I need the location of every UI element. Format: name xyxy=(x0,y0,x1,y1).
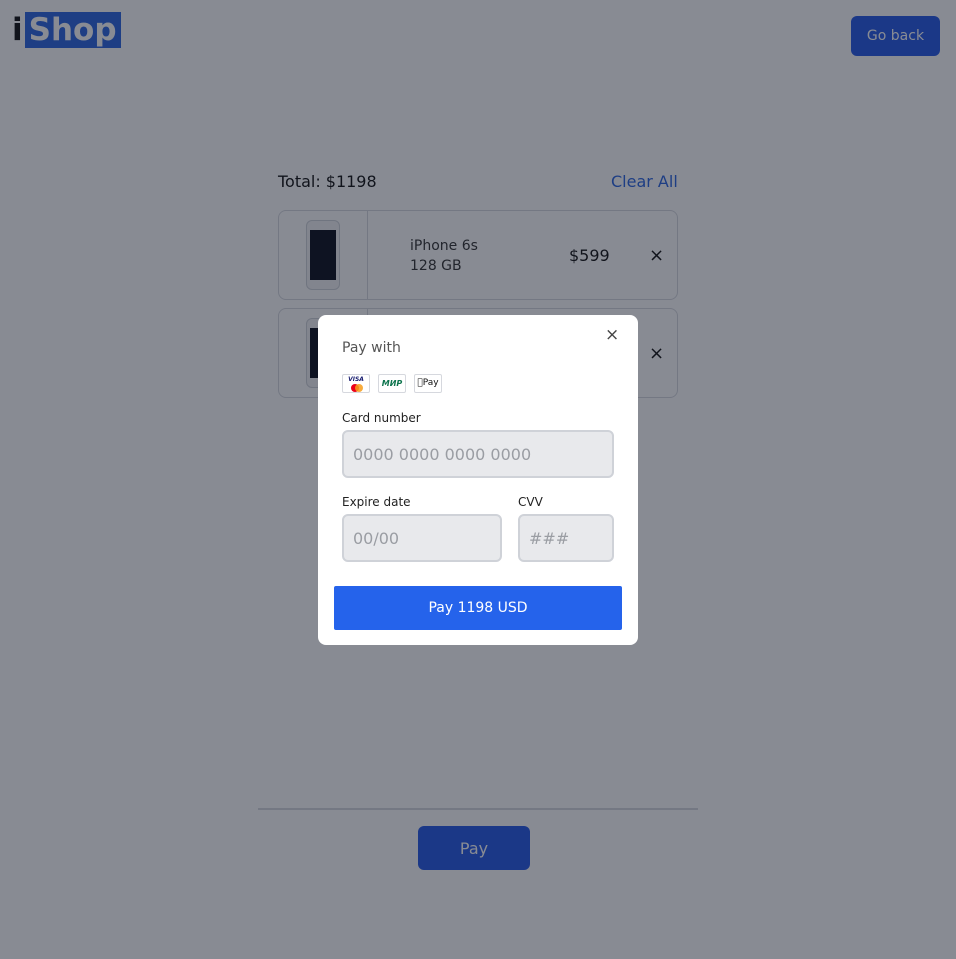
close-icon[interactable]: × xyxy=(605,325,619,345)
apple-pay-icon: Pay xyxy=(414,374,442,393)
cvv-input[interactable] xyxy=(518,514,614,562)
visa-mastercard-icon: VISA xyxy=(342,374,370,393)
expire-date-input[interactable] xyxy=(342,514,502,562)
card-number-input[interactable] xyxy=(342,430,614,478)
payment-modal: × Pay with VISA МИР Pay Card number Exp… xyxy=(318,315,638,645)
card-number-label: Card number xyxy=(342,411,421,425)
payment-methods: VISA МИР Pay xyxy=(342,374,442,393)
mir-icon: МИР xyxy=(378,374,406,393)
pay-submit-button[interactable]: Pay 1198 USD xyxy=(334,586,622,630)
pay-with-label: Pay with xyxy=(342,340,401,356)
expire-date-label: Expire date xyxy=(342,495,411,509)
cvv-label: CVV xyxy=(518,495,543,509)
